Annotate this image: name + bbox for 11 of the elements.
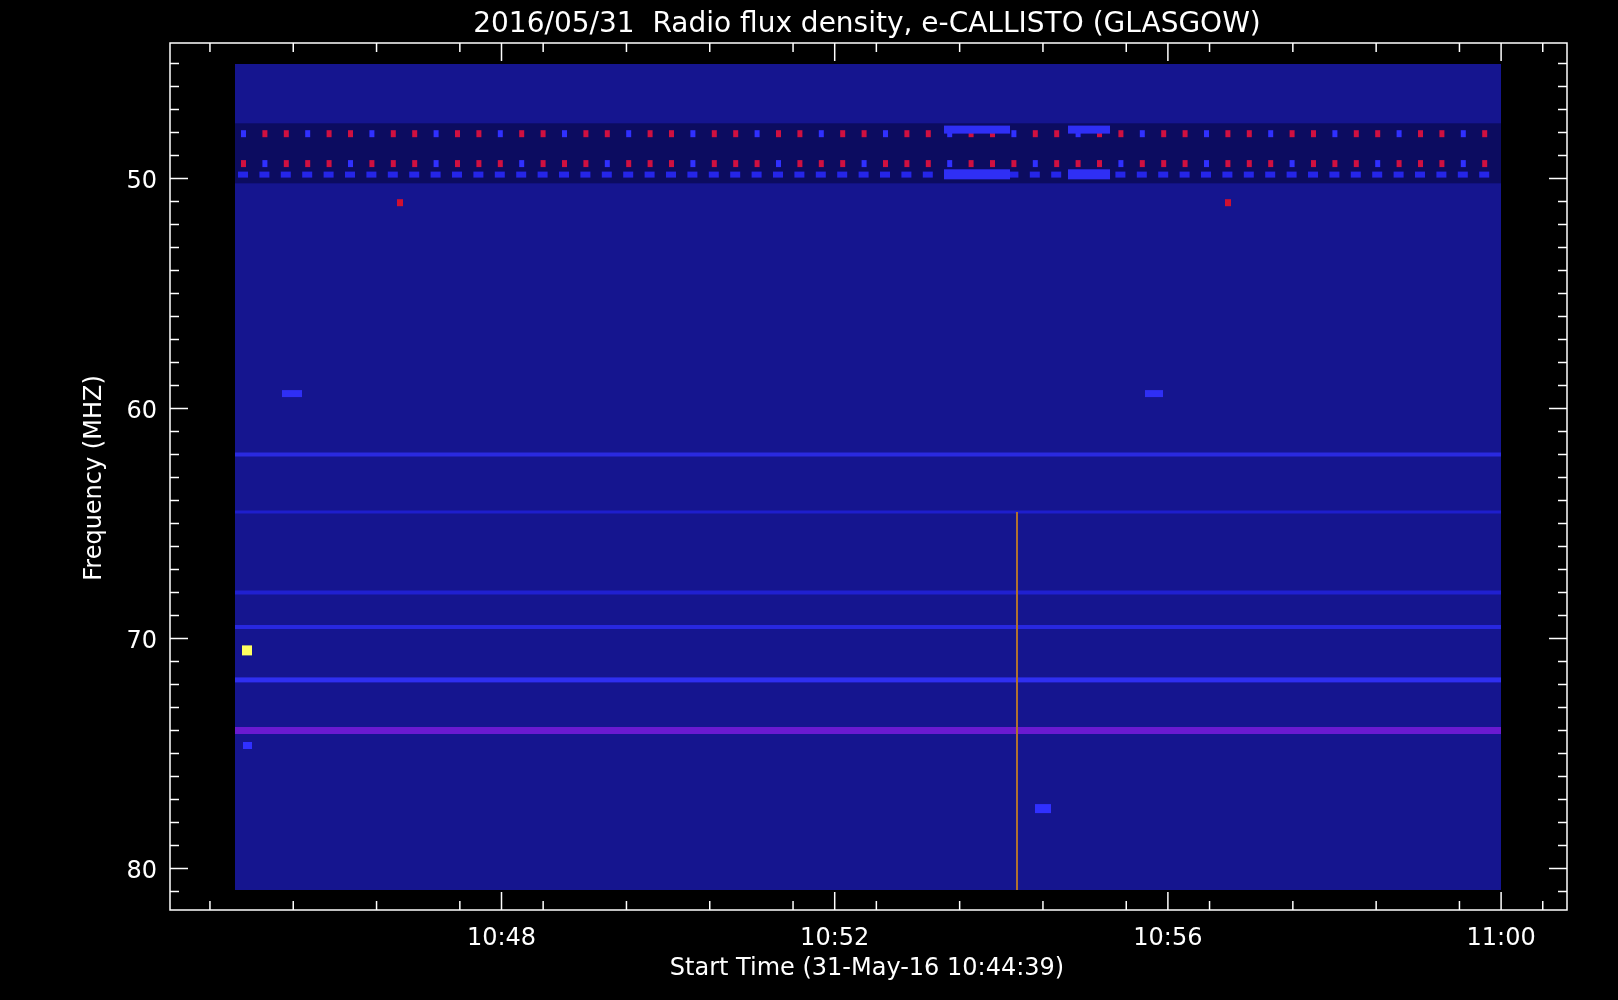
x-tick-label: 10:48 (466, 923, 537, 951)
y-axis-label: Frequency (MHZ) (79, 375, 107, 581)
y-tick-label: 50 (126, 165, 157, 194)
y-tick-label: 60 (126, 395, 157, 424)
y-tick-label: 80 (126, 855, 157, 884)
x-tick-label: 11:00 (1466, 923, 1536, 951)
chart-title: 2016/05/31 Radio flux density, e-CALLISTO (GLASGOW) (473, 6, 1261, 39)
x-tick-label: 10:56 (1133, 923, 1203, 951)
x-tick-label: 10:52 (800, 923, 870, 951)
x-axis-label: Start Time (31-May-16 10:44:39) (669, 953, 1065, 981)
y-tick-label: 70 (126, 625, 157, 654)
